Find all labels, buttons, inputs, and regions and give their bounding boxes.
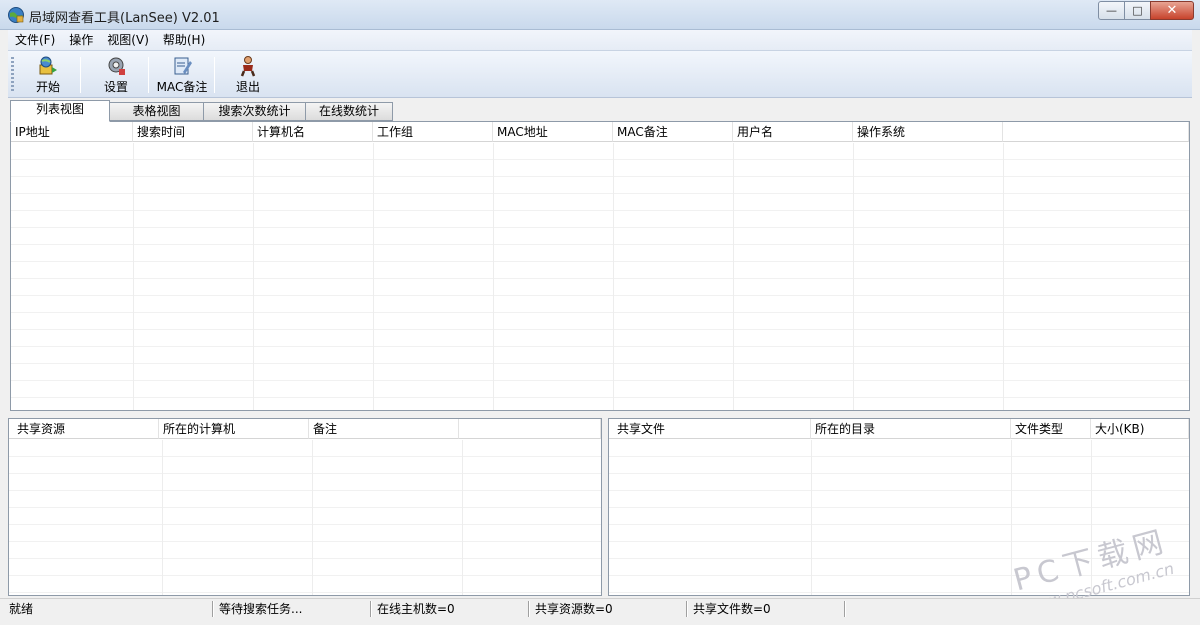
tab-search-count[interactable]: 搜索次数统计: [203, 102, 306, 121]
column-divider: [613, 143, 614, 410]
column-share-computer[interactable]: 所在的计算机: [159, 419, 309, 439]
column-workgroup[interactable]: 工作组: [373, 122, 493, 142]
settings-icon: [108, 57, 125, 75]
status-separator: [370, 601, 372, 617]
tab-online-count[interactable]: 在线数统计: [305, 102, 393, 121]
host-list-table[interactable]: IP地址 搜索时间 计算机名 工作组 MAC地址 MAC备注 用户名 操作系统: [10, 121, 1190, 411]
column-divider: [733, 143, 734, 410]
status-separator: [686, 601, 688, 617]
menu-help[interactable]: 帮助(H): [156, 30, 212, 50]
mac-note-button[interactable]: MAC备注: [154, 53, 210, 97]
column-file-size[interactable]: 大小(KB): [1091, 419, 1189, 439]
window-controls: — □ ✕: [1098, 1, 1194, 21]
share-resource-table[interactable]: 共享资源 所在的计算机 备注: [8, 418, 602, 596]
column-os[interactable]: 操作系统: [853, 122, 1003, 142]
exit-icon: [240, 56, 256, 77]
column-divider: [853, 143, 854, 410]
menu-bar: 文件(F) 操作 视图(V) 帮助(H): [8, 30, 1192, 50]
host-list-body: [11, 143, 1189, 410]
status-share-count: 共享资源数=0: [535, 602, 613, 616]
column-directory[interactable]: 所在的目录: [811, 419, 1011, 439]
toolbar-separator: [214, 57, 215, 93]
column-divider: [373, 143, 374, 410]
toolbar: 开始 设置 MAC备注 退出: [8, 50, 1192, 98]
close-button[interactable]: ✕: [1150, 1, 1194, 20]
menu-view[interactable]: 视图(V): [100, 30, 156, 50]
column-divider: [462, 440, 463, 595]
column-mac-note[interactable]: MAC备注: [613, 122, 733, 142]
menu-operate[interactable]: 操作: [62, 30, 100, 50]
toolbar-grip[interactable]: [11, 57, 14, 93]
column-divider: [811, 440, 812, 595]
start-button[interactable]: 开始: [26, 53, 70, 97]
column-file-type[interactable]: 文件类型: [1011, 419, 1091, 439]
share-resource-header: 共享资源 所在的计算机 备注: [9, 419, 601, 439]
toolbar-separator: [80, 57, 81, 93]
status-separator: [212, 601, 214, 617]
column-ip[interactable]: IP地址: [11, 122, 133, 142]
status-separator: [528, 601, 530, 617]
tab-table-view[interactable]: 表格视图: [109, 102, 204, 121]
column-divider: [253, 143, 254, 410]
share-file-header: 共享文件 所在的目录 文件类型 大小(KB): [609, 419, 1189, 439]
column-search-time[interactable]: 搜索时间: [133, 122, 253, 142]
column-divider: [133, 143, 134, 410]
status-online-hosts: 在线主机数=0: [377, 602, 455, 616]
maximize-button[interactable]: □: [1124, 1, 1151, 20]
status-file-count: 共享文件数=0: [693, 602, 771, 616]
column-share-resource[interactable]: 共享资源: [9, 419, 159, 439]
menu-file[interactable]: 文件(F): [8, 30, 62, 50]
column-username[interactable]: 用户名: [733, 122, 853, 142]
status-bar: 就绪 等待搜索任务... 在线主机数=0 共享资源数=0 共享文件数=0: [0, 598, 1200, 618]
window-title: 局域网查看工具(LanSee) V2.01: [29, 11, 220, 26]
column-filler: [459, 419, 601, 439]
mac-note-button-label: MAC备注: [156, 80, 208, 94]
status-task: 等待搜索任务...: [219, 602, 303, 616]
column-divider: [493, 143, 494, 410]
minimize-button[interactable]: —: [1098, 1, 1125, 20]
column-divider: [162, 440, 163, 595]
host-list-header: IP地址 搜索时间 计算机名 工作组 MAC地址 MAC备注 用户名 操作系统: [11, 122, 1189, 142]
start-button-label: 开始: [35, 80, 60, 94]
column-share-note[interactable]: 备注: [309, 419, 459, 439]
column-mac[interactable]: MAC地址: [493, 122, 613, 142]
settings-button[interactable]: 设置: [94, 53, 138, 97]
column-divider: [1003, 143, 1004, 410]
title-bar: 局域网查看工具(LanSee) V2.01 — □ ✕: [0, 0, 1200, 30]
column-divider: [312, 440, 313, 595]
share-resource-body: [9, 440, 601, 595]
exit-button-label: 退出: [235, 80, 260, 94]
column-share-file[interactable]: 共享文件: [609, 419, 811, 439]
exit-button[interactable]: 退出: [226, 53, 270, 97]
mac-note-icon: [174, 57, 192, 75]
column-filler: [1003, 122, 1189, 142]
view-tabs: 列表视图 表格视图 搜索次数统计 在线数统计: [10, 100, 1190, 122]
start-icon: [39, 56, 57, 75]
status-separator: [844, 601, 846, 617]
column-computer-name[interactable]: 计算机名: [253, 122, 373, 142]
app-globe-icon: [8, 7, 24, 23]
toolbar-separator: [148, 57, 149, 93]
tab-list-view[interactable]: 列表视图: [10, 100, 110, 122]
settings-button-label: 设置: [103, 80, 128, 94]
status-ready: 就绪: [9, 602, 34, 616]
